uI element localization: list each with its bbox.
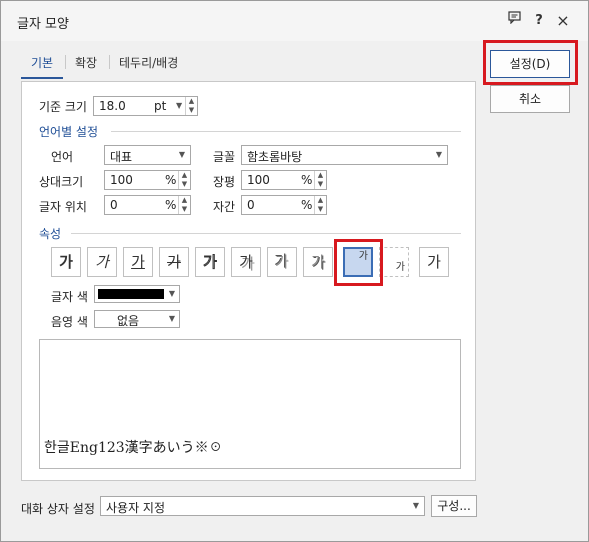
font-label: 글꼴	[213, 150, 236, 164]
shade-color-value: 없음	[117, 314, 140, 328]
chevron-down-icon[interactable]: ▼	[169, 289, 175, 298]
dialog-setting-label: 대화 상자 설정	[21, 502, 95, 516]
underline-button[interactable]: 가	[123, 247, 153, 277]
subscript-button[interactable]: 가	[379, 247, 409, 277]
spin-down-icon[interactable]: ▼	[179, 205, 190, 214]
spin-up-icon[interactable]: ▲	[315, 171, 326, 180]
spin-down-icon[interactable]: ▼	[315, 205, 326, 214]
preview-box: 한글Eng123漢字あいう※☉	[39, 339, 461, 469]
attributes-section-title: 속성	[39, 227, 62, 241]
base-size-label: 기준 크기	[39, 100, 87, 114]
relative-size-label: 상대크기	[39, 175, 84, 189]
tab-basic[interactable]: 기본	[31, 54, 53, 71]
percent-unit: %	[301, 198, 313, 212]
char-position-label: 글자 위치	[39, 200, 87, 214]
spin-down-icon[interactable]: ▼	[179, 180, 190, 189]
title-bar: 글자 모양 ? ×	[1, 1, 588, 41]
char-position-spinner[interactable]: 0 % ▲ ▼	[104, 195, 191, 215]
spin-up-icon[interactable]: ▲	[179, 196, 190, 205]
char-position-value: 0	[110, 198, 118, 212]
chevron-down-icon[interactable]: ▼	[413, 501, 419, 510]
spin-arrows[interactable]: ▲ ▼	[314, 196, 326, 214]
config-button[interactable]: 구성...	[431, 495, 477, 517]
highlight-frame	[334, 239, 383, 286]
width-ratio-spinner[interactable]: 100 % ▲ ▼	[241, 170, 327, 190]
language-section-title: 언어별 설정	[39, 125, 99, 139]
spin-arrows[interactable]: ▲ ▼	[178, 196, 190, 214]
normal-button[interactable]: 가	[419, 247, 449, 277]
outline-button[interactable]: 가	[195, 247, 225, 277]
spacing-spinner[interactable]: 0 % ▲ ▼	[241, 195, 327, 215]
chevron-down-icon[interactable]: ▼	[169, 314, 175, 323]
spin-down-icon[interactable]: ▼	[315, 180, 326, 189]
comment-icon[interactable]	[504, 11, 524, 31]
shadow-button[interactable]: 가	[231, 247, 261, 277]
percent-unit: %	[165, 198, 177, 212]
tab-separator	[65, 55, 66, 69]
italic-button[interactable]: 가	[87, 247, 117, 277]
spin-arrows[interactable]: ▲ ▼	[178, 171, 190, 189]
divider	[71, 233, 461, 234]
spin-arrows[interactable]: ▲ ▼	[185, 97, 197, 115]
shade-color-picker[interactable]: 없음 ▼	[94, 310, 180, 328]
emboss-button[interactable]: 가	[267, 247, 297, 277]
width-ratio-label: 장평	[213, 175, 236, 189]
help-icon[interactable]: ?	[529, 11, 549, 31]
base-size-unit: pt	[154, 99, 167, 113]
bold-button[interactable]: 가	[51, 247, 81, 277]
preview-text: 한글Eng123漢字あいう※☉	[44, 440, 223, 456]
relative-size-spinner[interactable]: 100 % ▲ ▼	[104, 170, 191, 190]
spacing-value: 0	[247, 198, 255, 212]
spin-arrows[interactable]: ▲ ▼	[314, 171, 326, 189]
base-size-spinner[interactable]: 18.0 pt ▼ ▲ ▼	[93, 96, 198, 116]
color-swatch	[98, 289, 164, 299]
chevron-down-icon[interactable]: ▼	[436, 150, 442, 159]
base-size-value: 18.0	[99, 99, 126, 113]
text-color-picker[interactable]: ▼	[94, 285, 180, 303]
spin-up-icon[interactable]: ▲	[186, 97, 197, 106]
window-title: 글자 모양	[17, 17, 69, 32]
font-value: 함초롬바탕	[247, 150, 303, 164]
width-ratio-value: 100	[247, 173, 270, 187]
cancel-button[interactable]: 취소	[490, 85, 570, 113]
tab-extended[interactable]: 확장	[75, 54, 97, 71]
font-select[interactable]: 함초롬바탕 ▼	[241, 145, 448, 165]
spin-up-icon[interactable]: ▲	[315, 196, 326, 205]
spin-down-icon[interactable]: ▼	[186, 106, 197, 115]
tab-border-background[interactable]: 테두리/배경	[119, 54, 178, 71]
tab-active-indicator	[21, 77, 63, 79]
engrave-button[interactable]: 가	[303, 247, 333, 277]
spacing-label: 자간	[213, 200, 236, 214]
chevron-down-icon[interactable]: ▼	[179, 150, 185, 159]
percent-unit: %	[301, 173, 313, 187]
language-label: 언어	[51, 150, 74, 164]
strikethrough-button[interactable]: 가	[159, 247, 189, 277]
language-value: 대표	[110, 150, 133, 164]
tab-separator	[109, 55, 110, 69]
highlight-frame	[483, 40, 578, 85]
dialog-setting-select[interactable]: 사용자 지정 ▼	[100, 496, 425, 516]
dialog-setting-value: 사용자 지정	[106, 501, 166, 515]
divider	[111, 131, 461, 132]
relative-size-value: 100	[110, 173, 133, 187]
font-shape-dialog: 글자 모양 ? × 기본 확장 테두리/배경 기준 크기 18.0 pt ▼ ▲…	[0, 0, 589, 542]
shade-color-label: 음영 색	[51, 315, 88, 329]
percent-unit: %	[165, 173, 177, 187]
spin-up-icon[interactable]: ▲	[179, 171, 190, 180]
chevron-down-icon[interactable]: ▼	[176, 101, 182, 110]
close-icon[interactable]: ×	[553, 11, 573, 31]
language-select[interactable]: 대표 ▼	[104, 145, 191, 165]
text-color-label: 글자 색	[51, 290, 88, 304]
